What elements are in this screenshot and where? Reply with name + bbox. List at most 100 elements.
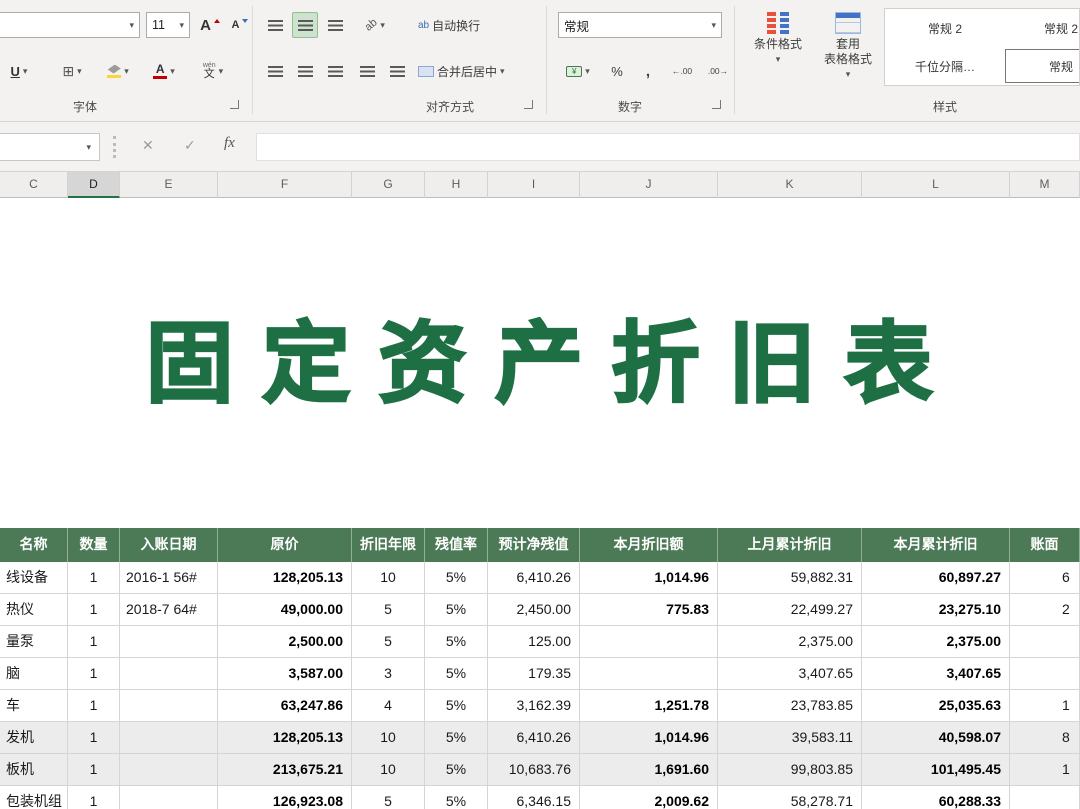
style-item-0[interactable]: 常规 2 [889, 11, 1001, 45]
cell-book-5[interactable]: 8 [1010, 722, 1080, 754]
cell-cur_cum-6[interactable]: 101,495.45 [862, 754, 1010, 786]
cell-monthly-1[interactable]: 775.83 [580, 594, 718, 626]
column-header-C[interactable]: C [0, 172, 68, 198]
column-header-M[interactable]: M [1010, 172, 1080, 198]
cell-price-6[interactable]: 213,675.21 [218, 754, 352, 786]
dialog-launcher-icon[interactable] [524, 100, 533, 109]
cell-book-2[interactable] [1010, 626, 1080, 658]
comma-style-button[interactable]: , [636, 58, 660, 84]
cell-name-6[interactable]: 板机 [0, 754, 68, 786]
cell-date-7[interactable] [120, 786, 218, 809]
table-column-header-cur_cum[interactable]: 本月累计折旧 [862, 528, 1010, 562]
cell-book-1[interactable]: 2 [1010, 594, 1080, 626]
style-item-2[interactable]: 千位分隔… [889, 49, 1001, 83]
phonetic-guide-button[interactable]: wén 文 [190, 58, 236, 84]
borders-button[interactable] [52, 58, 92, 84]
column-header-I[interactable]: I [488, 172, 580, 198]
dialog-launcher-icon[interactable] [230, 100, 239, 109]
table-column-header-name[interactable]: 名称 [0, 528, 68, 562]
cell-residual-2[interactable]: 125.00 [488, 626, 580, 658]
cell-years-6[interactable]: 10 [352, 754, 425, 786]
align-left-button[interactable] [262, 58, 288, 84]
percent-style-button[interactable]: % [604, 58, 630, 84]
cell-name-5[interactable]: 发机 [0, 722, 68, 754]
wrap-text-button[interactable]: ab 自动换行 [414, 12, 526, 38]
cell-book-7[interactable] [1010, 786, 1080, 809]
cell-date-4[interactable] [120, 690, 218, 722]
cancel-icon[interactable]: ✕ [142, 137, 154, 154]
table-column-header-residual[interactable]: 预计净残值 [488, 528, 580, 562]
cell-cur_cum-0[interactable]: 60,897.27 [862, 562, 1010, 594]
table-column-header-date[interactable]: 入账日期 [120, 528, 218, 562]
cell-monthly-2[interactable] [580, 626, 718, 658]
cell-prev_cum-4[interactable]: 23,783.85 [718, 690, 862, 722]
cell-prev_cum-3[interactable]: 3,407.65 [718, 658, 862, 690]
conditional-format-button[interactable]: 条件格式 [746, 8, 810, 100]
align-center-button[interactable] [292, 58, 318, 84]
cell-name-0[interactable]: 线设备 [0, 562, 68, 594]
cell-date-2[interactable] [120, 626, 218, 658]
cell-monthly-0[interactable]: 1,014.96 [580, 562, 718, 594]
cell-years-7[interactable]: 5 [352, 786, 425, 809]
cell-years-2[interactable]: 5 [352, 626, 425, 658]
table-column-header-price[interactable]: 原价 [218, 528, 352, 562]
cell-book-4[interactable]: 1 [1010, 690, 1080, 722]
cell-residual-1[interactable]: 2,450.00 [488, 594, 580, 626]
align-bottom-button[interactable] [322, 12, 348, 38]
cell-qty-0[interactable]: 1 [68, 562, 120, 594]
cell-name-2[interactable]: 量泵 [0, 626, 68, 658]
align-top-button[interactable] [262, 12, 288, 38]
cell-monthly-4[interactable]: 1,251.78 [580, 690, 718, 722]
name-box[interactable] [0, 133, 100, 161]
cell-price-4[interactable]: 63,247.86 [218, 690, 352, 722]
dialog-launcher-icon[interactable] [712, 100, 721, 109]
cell-prev_cum-5[interactable]: 39,583.11 [718, 722, 862, 754]
cell-date-1[interactable]: 2018-7 64# [120, 594, 218, 626]
cell-book-6[interactable]: 1 [1010, 754, 1080, 786]
cell-residual-0[interactable]: 6,410.26 [488, 562, 580, 594]
cell-cur_cum-7[interactable]: 60,288.33 [862, 786, 1010, 809]
cell-qty-4[interactable]: 1 [68, 690, 120, 722]
cell-residual-5[interactable]: 6,410.26 [488, 722, 580, 754]
column-header-E[interactable]: E [120, 172, 218, 198]
cell-qty-1[interactable]: 1 [68, 594, 120, 626]
table-column-header-rate[interactable]: 残值率 [425, 528, 488, 562]
orientation-button[interactable]: ab [354, 12, 396, 38]
cell-book-3[interactable] [1010, 658, 1080, 690]
cell-monthly-6[interactable]: 1,691.60 [580, 754, 718, 786]
decrease-font-button[interactable]: A [228, 12, 252, 38]
table-column-header-qty[interactable]: 数量 [68, 528, 120, 562]
table-column-header-book[interactable]: 账面 [1010, 528, 1080, 562]
increase-indent-button[interactable] [384, 58, 410, 84]
cell-prev_cum-7[interactable]: 58,278.71 [718, 786, 862, 809]
align-right-button[interactable] [322, 58, 348, 84]
style-item-1[interactable]: 常规 2 [1005, 11, 1080, 45]
cell-years-1[interactable]: 5 [352, 594, 425, 626]
decrease-decimal-button[interactable]: .00→ [702, 58, 734, 84]
cell-qty-6[interactable]: 1 [68, 754, 120, 786]
align-middle-button[interactable] [292, 12, 318, 38]
cell-name-4[interactable]: 车 [0, 690, 68, 722]
column-header-K[interactable]: K [718, 172, 862, 198]
column-header-G[interactable]: G [352, 172, 425, 198]
underline-button[interactable]: U [2, 58, 36, 84]
cell-years-4[interactable]: 4 [352, 690, 425, 722]
cell-price-0[interactable]: 128,205.13 [218, 562, 352, 594]
cell-price-2[interactable]: 2,500.00 [218, 626, 352, 658]
cell-qty-7[interactable]: 1 [68, 786, 120, 809]
table-column-header-years[interactable]: 折旧年限 [352, 528, 425, 562]
formula-input[interactable] [256, 133, 1080, 161]
cell-qty-5[interactable]: 1 [68, 722, 120, 754]
font-size-select[interactable]: 11 [146, 12, 190, 38]
column-header-L[interactable]: L [862, 172, 1010, 198]
merge-center-button[interactable]: 合并后居中 [414, 58, 544, 84]
cell-monthly-7[interactable]: 2,009.62 [580, 786, 718, 809]
fill-color-button[interactable] [98, 58, 138, 84]
style-item-3[interactable]: 常规 [1005, 49, 1080, 83]
cell-rate-0[interactable]: 5% [425, 562, 488, 594]
column-header-D[interactable]: D [68, 172, 120, 198]
cell-qty-3[interactable]: 1 [68, 658, 120, 690]
column-header-J[interactable]: J [580, 172, 718, 198]
number-format-select[interactable]: 常规 [558, 12, 722, 38]
cell-cur_cum-1[interactable]: 23,275.10 [862, 594, 1010, 626]
